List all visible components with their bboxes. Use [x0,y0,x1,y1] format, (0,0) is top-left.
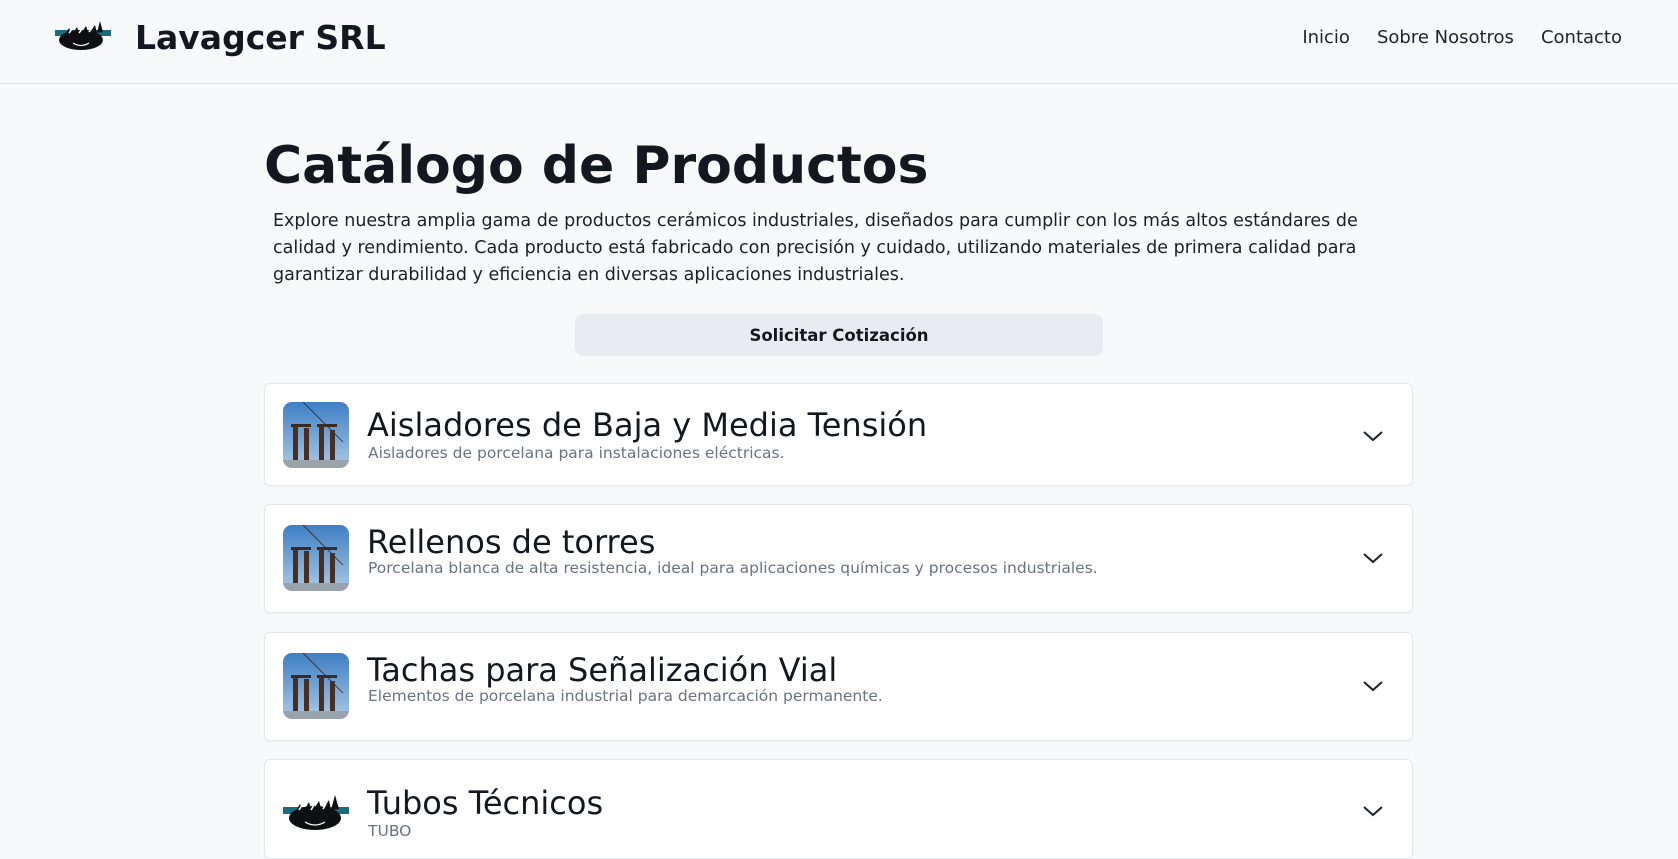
chevron-down-icon[interactable] [1362,679,1384,693]
intro-text: Explore nuestra amplia gama de productos… [273,211,1358,285]
top-navbar: Lavagcer SRL Inicio Sobre Nosotros Conta… [0,0,1678,84]
nav-link-inicio[interactable]: Inicio [1302,27,1350,48]
page-title: Catálogo de Productos [264,136,929,196]
chevron-down-icon[interactable] [1362,804,1384,818]
product-card-tachas[interactable]: Tachas para Señalización Vial Elementos … [264,632,1413,741]
bird-logo-icon[interactable] [55,19,111,53]
product-card-tubos[interactable]: Tubos Técnicos TUBO [264,759,1413,859]
chevron-down-icon[interactable] [1362,551,1384,565]
bird-logo-icon [283,795,349,830]
product-subtitle: Aisladores de porcelana para instalacion… [368,444,785,462]
request-quote-button[interactable]: Solicitar Cotización [575,314,1103,356]
nav-link-contacto[interactable]: Contacto [1541,27,1622,48]
product-card-rellenos[interactable]: Rellenos de torres Porcelana blanca de a… [264,504,1413,613]
product-thumbnail [283,525,349,591]
product-subtitle: TUBO [368,822,412,840]
main-nav: Inicio Sobre Nosotros Contacto [1302,27,1622,48]
product-card-aisladores[interactable]: Aisladores de Baja y Media Tensión Aisla… [264,383,1413,486]
product-title: Aisladores de Baja y Media Tensión [367,406,928,444]
product-subtitle: Porcelana blanca de alta resistencia, id… [368,559,1098,577]
product-title: Rellenos de torres [367,523,656,561]
product-subtitle: Elementos de porcelana industrial para d… [368,687,883,705]
product-thumbnail [283,653,349,719]
product-title: Tubos Técnicos [367,784,604,822]
nav-link-sobre-nosotros[interactable]: Sobre Nosotros [1377,27,1514,48]
product-thumbnail [283,402,349,468]
brand-name[interactable]: Lavagcer SRL [135,18,386,57]
chevron-down-icon[interactable] [1362,429,1384,443]
product-title: Tachas para Señalización Vial [367,651,838,689]
